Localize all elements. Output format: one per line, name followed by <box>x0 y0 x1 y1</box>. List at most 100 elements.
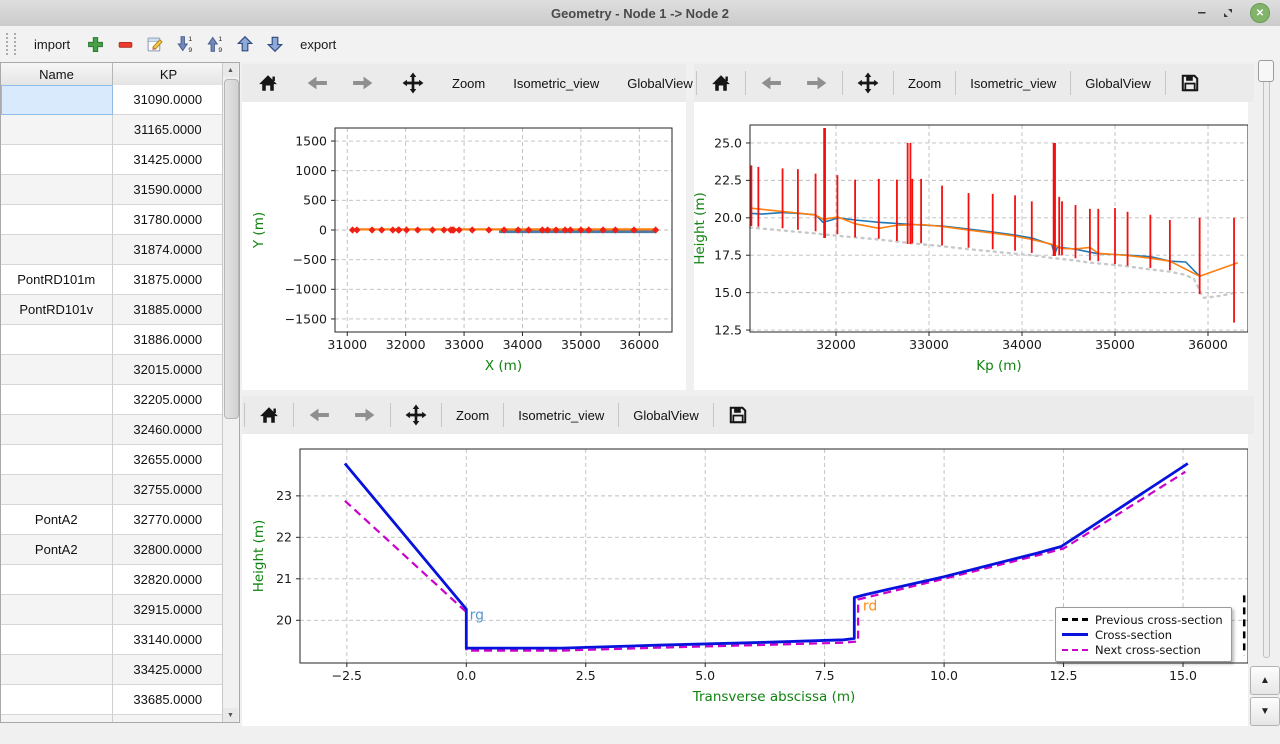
cell-name[interactable] <box>1 685 113 715</box>
cell-kp[interactable]: 32460.0000 <box>113 415 225 445</box>
cell-kp[interactable]: 31875.0000 <box>113 265 225 295</box>
cell-name[interactable] <box>1 655 113 685</box>
forward-button[interactable] <box>794 68 840 98</box>
cell-name[interactable] <box>1 475 113 505</box>
cell-kp[interactable]: 31165.0000 <box>113 115 225 145</box>
cell-kp[interactable]: 31090.0000 <box>113 85 225 115</box>
forward-button[interactable] <box>342 400 388 430</box>
cell-name[interactable]: PontRD101m <box>1 265 113 295</box>
back-button[interactable] <box>294 68 340 98</box>
pan-button[interactable] <box>390 68 436 98</box>
cell-kp[interactable]: 32800.0000 <box>113 535 225 565</box>
cell-name[interactable] <box>1 595 113 625</box>
title-bar[interactable]: Geometry - Node 1 -> Node 2 – ✕ <box>0 0 1280 27</box>
cell-name[interactable] <box>1 205 113 235</box>
zoom-button[interactable]: Zoom <box>896 68 953 98</box>
profile-figure[interactable]: 320003300034000350003600025.022.520.017.… <box>694 102 1248 390</box>
cell-kp[interactable]: 32820.0000 <box>113 565 225 595</box>
cell-kp[interactable] <box>113 715 225 722</box>
plan-view-figure[interactable]: 3100032000330003400035000360001500100050… <box>242 102 686 390</box>
import-button[interactable]: import <box>24 32 80 57</box>
cell-name[interactable] <box>1 415 113 445</box>
cell-kp[interactable]: 31874.0000 <box>113 235 225 265</box>
cell-name[interactable] <box>1 85 113 115</box>
cell-kp[interactable]: 32755.0000 <box>113 475 225 505</box>
global-view-button[interactable]: GlobalView <box>621 400 711 430</box>
cross-section-canvas[interactable]: −2.50.02.55.07.510.012.515.023222120Tran… <box>242 434 1248 726</box>
back-button[interactable] <box>748 68 794 98</box>
table-scrollbar[interactable]: ▲ ▼ <box>222 63 239 722</box>
isometric-view-button[interactable]: Isometric_view <box>506 400 616 430</box>
cell-name[interactable] <box>1 565 113 595</box>
cell-kp[interactable]: 33685.0000 <box>113 685 225 715</box>
cell-kp[interactable]: 32655.0000 <box>113 445 225 475</box>
cell-kp[interactable]: 31886.0000 <box>113 325 225 355</box>
pan-button[interactable] <box>845 68 891 98</box>
cell-kp[interactable]: 32915.0000 <box>113 595 225 625</box>
x-tick-label: 33000 <box>909 337 949 352</box>
cell-name[interactable] <box>1 445 113 475</box>
cell-name[interactable] <box>1 235 113 265</box>
cell-name[interactable] <box>1 355 113 385</box>
global-view-button[interactable]: GlobalView <box>615 68 705 98</box>
isometric-view-button[interactable]: Isometric_view <box>501 68 611 98</box>
save-button[interactable] <box>716 400 760 430</box>
next-section-button[interactable]: ▼ <box>1250 697 1280 726</box>
cell-kp[interactable]: 33425.0000 <box>113 655 225 685</box>
toolbar-drag-handle[interactable] <box>6 33 16 55</box>
save-button[interactable] <box>1168 68 1212 98</box>
remove-cross-section-button[interactable] <box>110 30 140 58</box>
cell-name[interactable] <box>1 325 113 355</box>
sort-descending-button[interactable]: 1 9 <box>170 30 200 58</box>
cell-name[interactable] <box>1 175 113 205</box>
home-button[interactable] <box>246 68 290 98</box>
isometric-view-button[interactable]: Isometric_view <box>958 68 1068 98</box>
cell-kp[interactable]: 32015.0000 <box>113 355 225 385</box>
cell-name[interactable]: PontRD101v <box>1 295 113 325</box>
pan-button[interactable] <box>393 400 439 430</box>
vertical-splitter-plots[interactable] <box>686 62 694 390</box>
scrollbar-up-button[interactable]: ▲ <box>223 63 238 77</box>
cell-kp[interactable]: 31425.0000 <box>113 145 225 175</box>
sort-ascending-button[interactable]: 1 9 <box>200 30 230 58</box>
cell-name[interactable]: PontA2 <box>1 505 113 535</box>
zoom-button[interactable]: Zoom <box>440 68 497 98</box>
scrollbar-thumb[interactable] <box>224 79 239 419</box>
cell-name[interactable] <box>1 385 113 415</box>
minimize-button[interactable]: – <box>1198 8 1206 18</box>
home-button[interactable] <box>699 68 743 98</box>
cell-kp[interactable]: 31780.0000 <box>113 205 225 235</box>
cell-name[interactable] <box>1 625 113 655</box>
section-slider-thumb[interactable] <box>1258 60 1274 82</box>
back-button[interactable] <box>296 400 342 430</box>
forward-button[interactable] <box>340 68 386 98</box>
cell-name[interactable] <box>1 715 113 722</box>
close-button[interactable]: ✕ <box>1250 3 1270 23</box>
cell-kp[interactable]: 32770.0000 <box>113 505 225 535</box>
cell-kp[interactable]: 31885.0000 <box>113 295 225 325</box>
add-cross-section-button[interactable] <box>80 30 110 58</box>
maximize-button[interactable] <box>1222 7 1234 19</box>
longitudinal-profile-canvas[interactable]: 320003300034000350003600025.022.520.017.… <box>694 102 1248 390</box>
cell-kp[interactable]: 31590.0000 <box>113 175 225 205</box>
plan-view-canvas[interactable]: 3100032000330003400035000360001500100050… <box>242 102 686 390</box>
move-up-button[interactable] <box>230 30 260 58</box>
home-button[interactable] <box>247 400 291 430</box>
global-view-button[interactable]: GlobalView <box>1073 68 1163 98</box>
cell-name[interactable]: PontA2 <box>1 535 113 565</box>
cross-section-figure[interactable]: −2.50.02.55.07.510.012.515.023222120Tran… <box>242 434 1248 726</box>
column-header-name[interactable]: Name <box>1 63 113 85</box>
cell-name[interactable] <box>1 115 113 145</box>
export-button[interactable]: export <box>290 32 346 57</box>
edit-cross-section-button[interactable] <box>140 30 170 58</box>
scrollbar-down-button[interactable]: ▼ <box>223 708 238 722</box>
cell-name[interactable] <box>1 145 113 175</box>
cell-kp[interactable]: 32205.0000 <box>113 385 225 415</box>
move-down-button[interactable] <box>260 30 290 58</box>
zoom-button[interactable]: Zoom <box>444 400 501 430</box>
section-slider-track[interactable] <box>1263 62 1270 658</box>
previous-section-button[interactable]: ▲ <box>1250 666 1280 695</box>
cell-kp[interactable]: 33140.0000 <box>113 625 225 655</box>
x-tick-label: −2.5 <box>332 668 362 683</box>
column-header-kp[interactable]: KP <box>113 63 225 85</box>
